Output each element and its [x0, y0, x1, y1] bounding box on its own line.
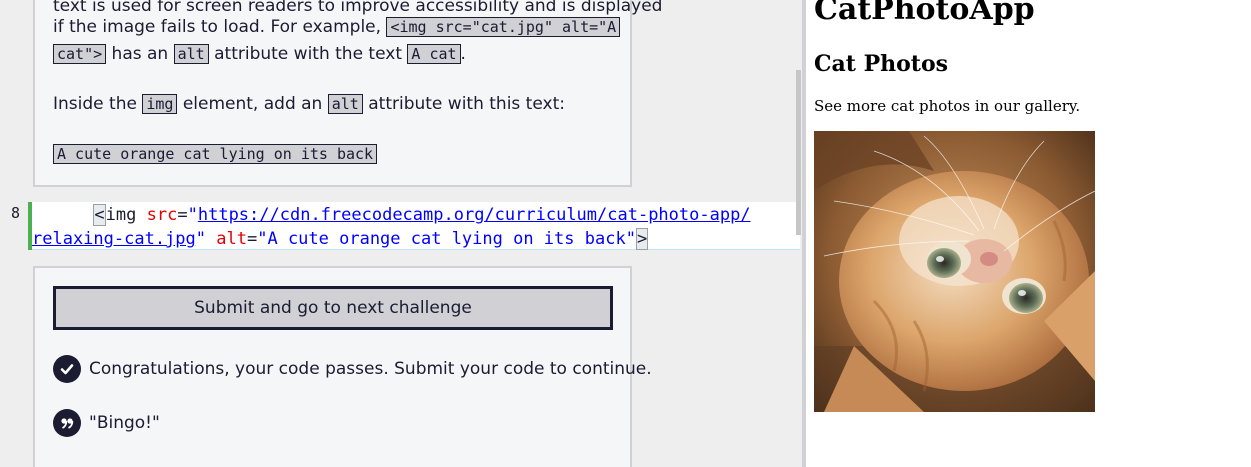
example-code-chip: <img src="cat.jpg" alt="A — [386, 17, 621, 37]
src-attribute: src — [146, 205, 178, 225]
alt-value: "A cute orange cat lying on its back" — [257, 229, 636, 249]
preview-title: CatPhotoApp — [814, 0, 1035, 27]
instructions-paragraph-2: Inside the img element, add an alt attri… — [53, 94, 565, 114]
instructions-panel: text is used for screen readers to impro… — [33, 0, 662, 187]
image-url[interactable]: https://cdn.freecodecamp.org/curriculum/… — [198, 205, 751, 225]
tag-name: img — [105, 205, 137, 225]
action-panel: Submit and go to next challenge Congratu… — [33, 266, 652, 467]
code-line-1[interactable]: <img src="https://cdn.freecodecamp.org/c… — [32, 203, 751, 227]
preview-pane: CatPhotoApp Cat Photos See more cat phot… — [806, 0, 1251, 467]
image-url-cont[interactable]: relaxing-cat.jpg — [32, 229, 196, 249]
editor-scrollbar[interactable] — [796, 70, 801, 235]
code-line-1-wrap[interactable]: relaxing-cat.jpg" alt="A cute orange cat… — [32, 227, 649, 251]
target-text-line: A cute orange cat lying on its back — [53, 140, 378, 168]
submit-button[interactable]: Submit and go to next challenge — [53, 286, 613, 330]
preview-paragraph: See more cat photos in our gallery. — [814, 97, 1081, 115]
alt-attribute: alt — [216, 229, 247, 249]
close-bracket: > — [635, 228, 649, 250]
target-text-chip: A cute orange cat lying on its back — [53, 144, 378, 164]
img-code-chip: img — [142, 94, 178, 114]
instructions-line-2: if the image fails to load. For example,… — [53, 13, 621, 41]
quote-message: "Bingo!" — [89, 413, 160, 433]
editor-pane: text is used for screen readers to impro… — [0, 0, 802, 467]
a-cat-code-chip: A cat — [407, 44, 461, 64]
check-circle-icon — [53, 355, 81, 383]
cat-photo — [814, 131, 1095, 412]
quote-status: "Bingo!" — [53, 409, 160, 437]
line-number: 8 — [11, 204, 21, 222]
example-code-chip-cont: cat"> — [53, 44, 107, 64]
pass-status: Congratulations, your code passes. Submi… — [53, 355, 652, 383]
alt-code-chip-2: alt — [327, 94, 363, 114]
code-editor[interactable]: <img src="https://cdn.freecodecamp.org/c… — [32, 202, 800, 250]
alt-code-chip: alt — [173, 44, 209, 64]
quote-icon — [53, 409, 81, 437]
open-bracket: < — [93, 204, 106, 226]
preview-subtitle: Cat Photos — [814, 51, 949, 77]
pass-message: Congratulations, your code passes. Submi… — [89, 359, 652, 379]
instructions-line-3: cat"> has an alt attribute with the text… — [53, 40, 466, 68]
